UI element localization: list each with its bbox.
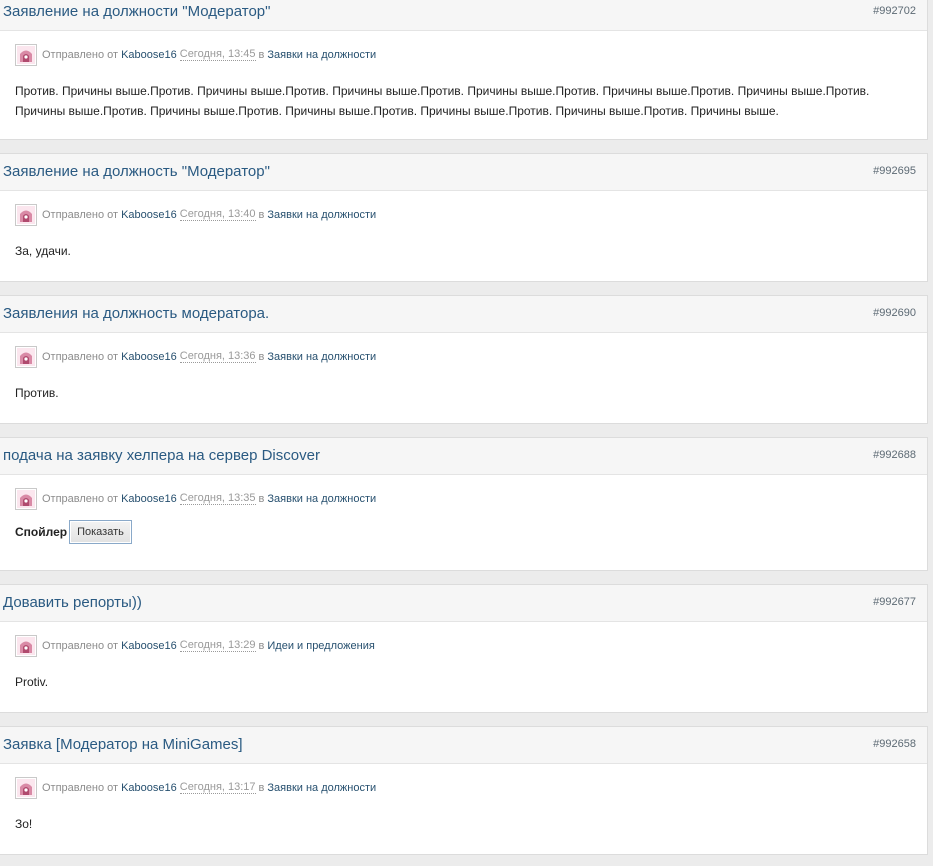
post-meta: Отправлено от Kaboose16 Сегодня, 13:40 в… (15, 202, 912, 228)
meta-prefix: Отправлено от (42, 351, 119, 363)
spoiler-block: Спойлер Показать (15, 520, 912, 544)
user-avatar-icon[interactable] (15, 635, 37, 657)
post-header: Заявление на должности "Модератор" #9927… (0, 0, 927, 31)
post-meta: Отправлено от Kaboose16 Сегодня, 13:17 в… (15, 775, 912, 801)
post-header: Заявление на должность "Модератор" #9926… (0, 154, 927, 191)
post-title-link[interactable]: Довавить репорты)) (3, 594, 142, 611)
post-meta: Отправлено от Kaboose16 Сегодня, 13:36 в… (15, 344, 912, 370)
meta-in: в (258, 351, 265, 363)
post-meta: Отправлено от Kaboose16 Сегодня, 13:29 в… (15, 633, 912, 659)
meta-prefix: Отправлено от (42, 49, 119, 61)
meta-in: в (258, 49, 265, 61)
user-avatar-icon[interactable] (15, 44, 37, 66)
post-title-link[interactable]: Заявление на должность "Модератор" (3, 163, 270, 180)
post-body: Отправлено от Kaboose16 Сегодня, 13:40 в… (0, 202, 927, 261)
user-avatar-icon[interactable] (15, 488, 37, 510)
post-header: подача на заявку хелпера на сервер Disco… (0, 438, 927, 475)
spoiler-label: Спойлер (15, 525, 68, 539)
post-id-link[interactable]: #992702 (873, 5, 916, 17)
post-id-link[interactable]: #992695 (873, 165, 916, 177)
post-body: Отправлено от Kaboose16 Сегодня, 13:35 в… (0, 486, 927, 544)
post-meta: Отправлено от Kaboose16 Сегодня, 13:45 в… (15, 42, 912, 68)
post-content: Protiv. (15, 675, 49, 689)
post-id-link[interactable]: #992677 (873, 596, 916, 608)
meta-in: в (258, 640, 265, 652)
category-link[interactable]: Идеи и предложения (267, 640, 374, 652)
post-date: Сегодня, 13:17 (179, 781, 256, 794)
post-date: Сегодня, 13:36 (179, 350, 256, 363)
author-link[interactable]: Kaboose16 (121, 493, 177, 505)
post-content: Против. Причины выше.Против. Причины выш… (15, 84, 870, 118)
post-content: Против. (15, 386, 59, 400)
post-title-link[interactable]: Заявления на должность модератора. (3, 305, 269, 322)
author-link[interactable]: Kaboose16 (121, 49, 177, 61)
author-link[interactable]: Kaboose16 (121, 209, 177, 221)
post-header: Заявления на должность модератора. #9926… (0, 296, 927, 333)
category-link[interactable]: Заявки на должности (267, 49, 376, 61)
post-card: Заявка [Модератор на MiniGames] #992658 … (0, 726, 928, 855)
meta-in: в (258, 209, 265, 221)
category-link[interactable]: Заявки на должности (267, 782, 376, 794)
meta-prefix: Отправлено от (42, 640, 119, 652)
user-avatar-icon[interactable] (15, 346, 37, 368)
category-link[interactable]: Заявки на должности (267, 209, 376, 221)
user-avatar-icon[interactable] (15, 204, 37, 226)
post-card: Заявления на должность модератора. #9926… (0, 295, 928, 424)
post-header: Довавить репорты)) #992677 (0, 585, 927, 622)
post-meta: Отправлено от Kaboose16 Сегодня, 13:35 в… (15, 486, 912, 512)
meta-in: в (258, 493, 265, 505)
post-body: Отправлено от Kaboose16 Сегодня, 13:45 в… (0, 42, 927, 121)
author-link[interactable]: Kaboose16 (121, 351, 177, 363)
post-id-link[interactable]: #992658 (873, 738, 916, 750)
post-card: Заявление на должность "Модератор" #9926… (0, 153, 928, 282)
post-date: Сегодня, 13:40 (179, 208, 256, 221)
meta-prefix: Отправлено от (42, 782, 119, 794)
post-date: Сегодня, 13:35 (179, 492, 256, 505)
post-id-link[interactable]: #992690 (873, 307, 916, 319)
post-header: Заявка [Модератор на MiniGames] #992658 (0, 727, 927, 764)
show-spoiler-button[interactable]: Показать (69, 520, 132, 544)
post-date: Сегодня, 13:29 (179, 639, 256, 652)
post-content: За, удачи. (15, 244, 71, 258)
category-link[interactable]: Заявки на должности (267, 351, 376, 363)
post-id-link[interactable]: #992688 (873, 449, 916, 461)
post-body: Отправлено от Kaboose16 Сегодня, 13:29 в… (0, 633, 927, 692)
post-title-link[interactable]: Заявление на должности "Модератор" (3, 3, 270, 20)
post-card: подача на заявку хелпера на сервер Disco… (0, 437, 928, 571)
post-card: Заявление на должности "Модератор" #9927… (0, 0, 928, 140)
post-title-link[interactable]: Заявка [Модератор на MiniGames] (3, 736, 243, 753)
post-date: Сегодня, 13:45 (179, 48, 256, 61)
meta-prefix: Отправлено от (42, 493, 119, 505)
meta-in: в (258, 782, 265, 794)
category-link[interactable]: Заявки на должности (267, 493, 376, 505)
user-avatar-icon[interactable] (15, 777, 37, 799)
author-link[interactable]: Kaboose16 (121, 782, 177, 794)
post-card: Довавить репорты)) #992677 Отправлено от… (0, 584, 928, 713)
post-title-link[interactable]: подача на заявку хелпера на сервер Disco… (3, 447, 320, 464)
post-body: Отправлено от Kaboose16 Сегодня, 13:17 в… (0, 775, 927, 834)
post-content: Зо! (15, 817, 33, 831)
search-results-feed: Заявление на должности "Модератор" #9927… (0, 0, 933, 866)
author-link[interactable]: Kaboose16 (121, 640, 177, 652)
meta-prefix: Отправлено от (42, 209, 119, 221)
post-body: Отправлено от Kaboose16 Сегодня, 13:36 в… (0, 344, 927, 403)
